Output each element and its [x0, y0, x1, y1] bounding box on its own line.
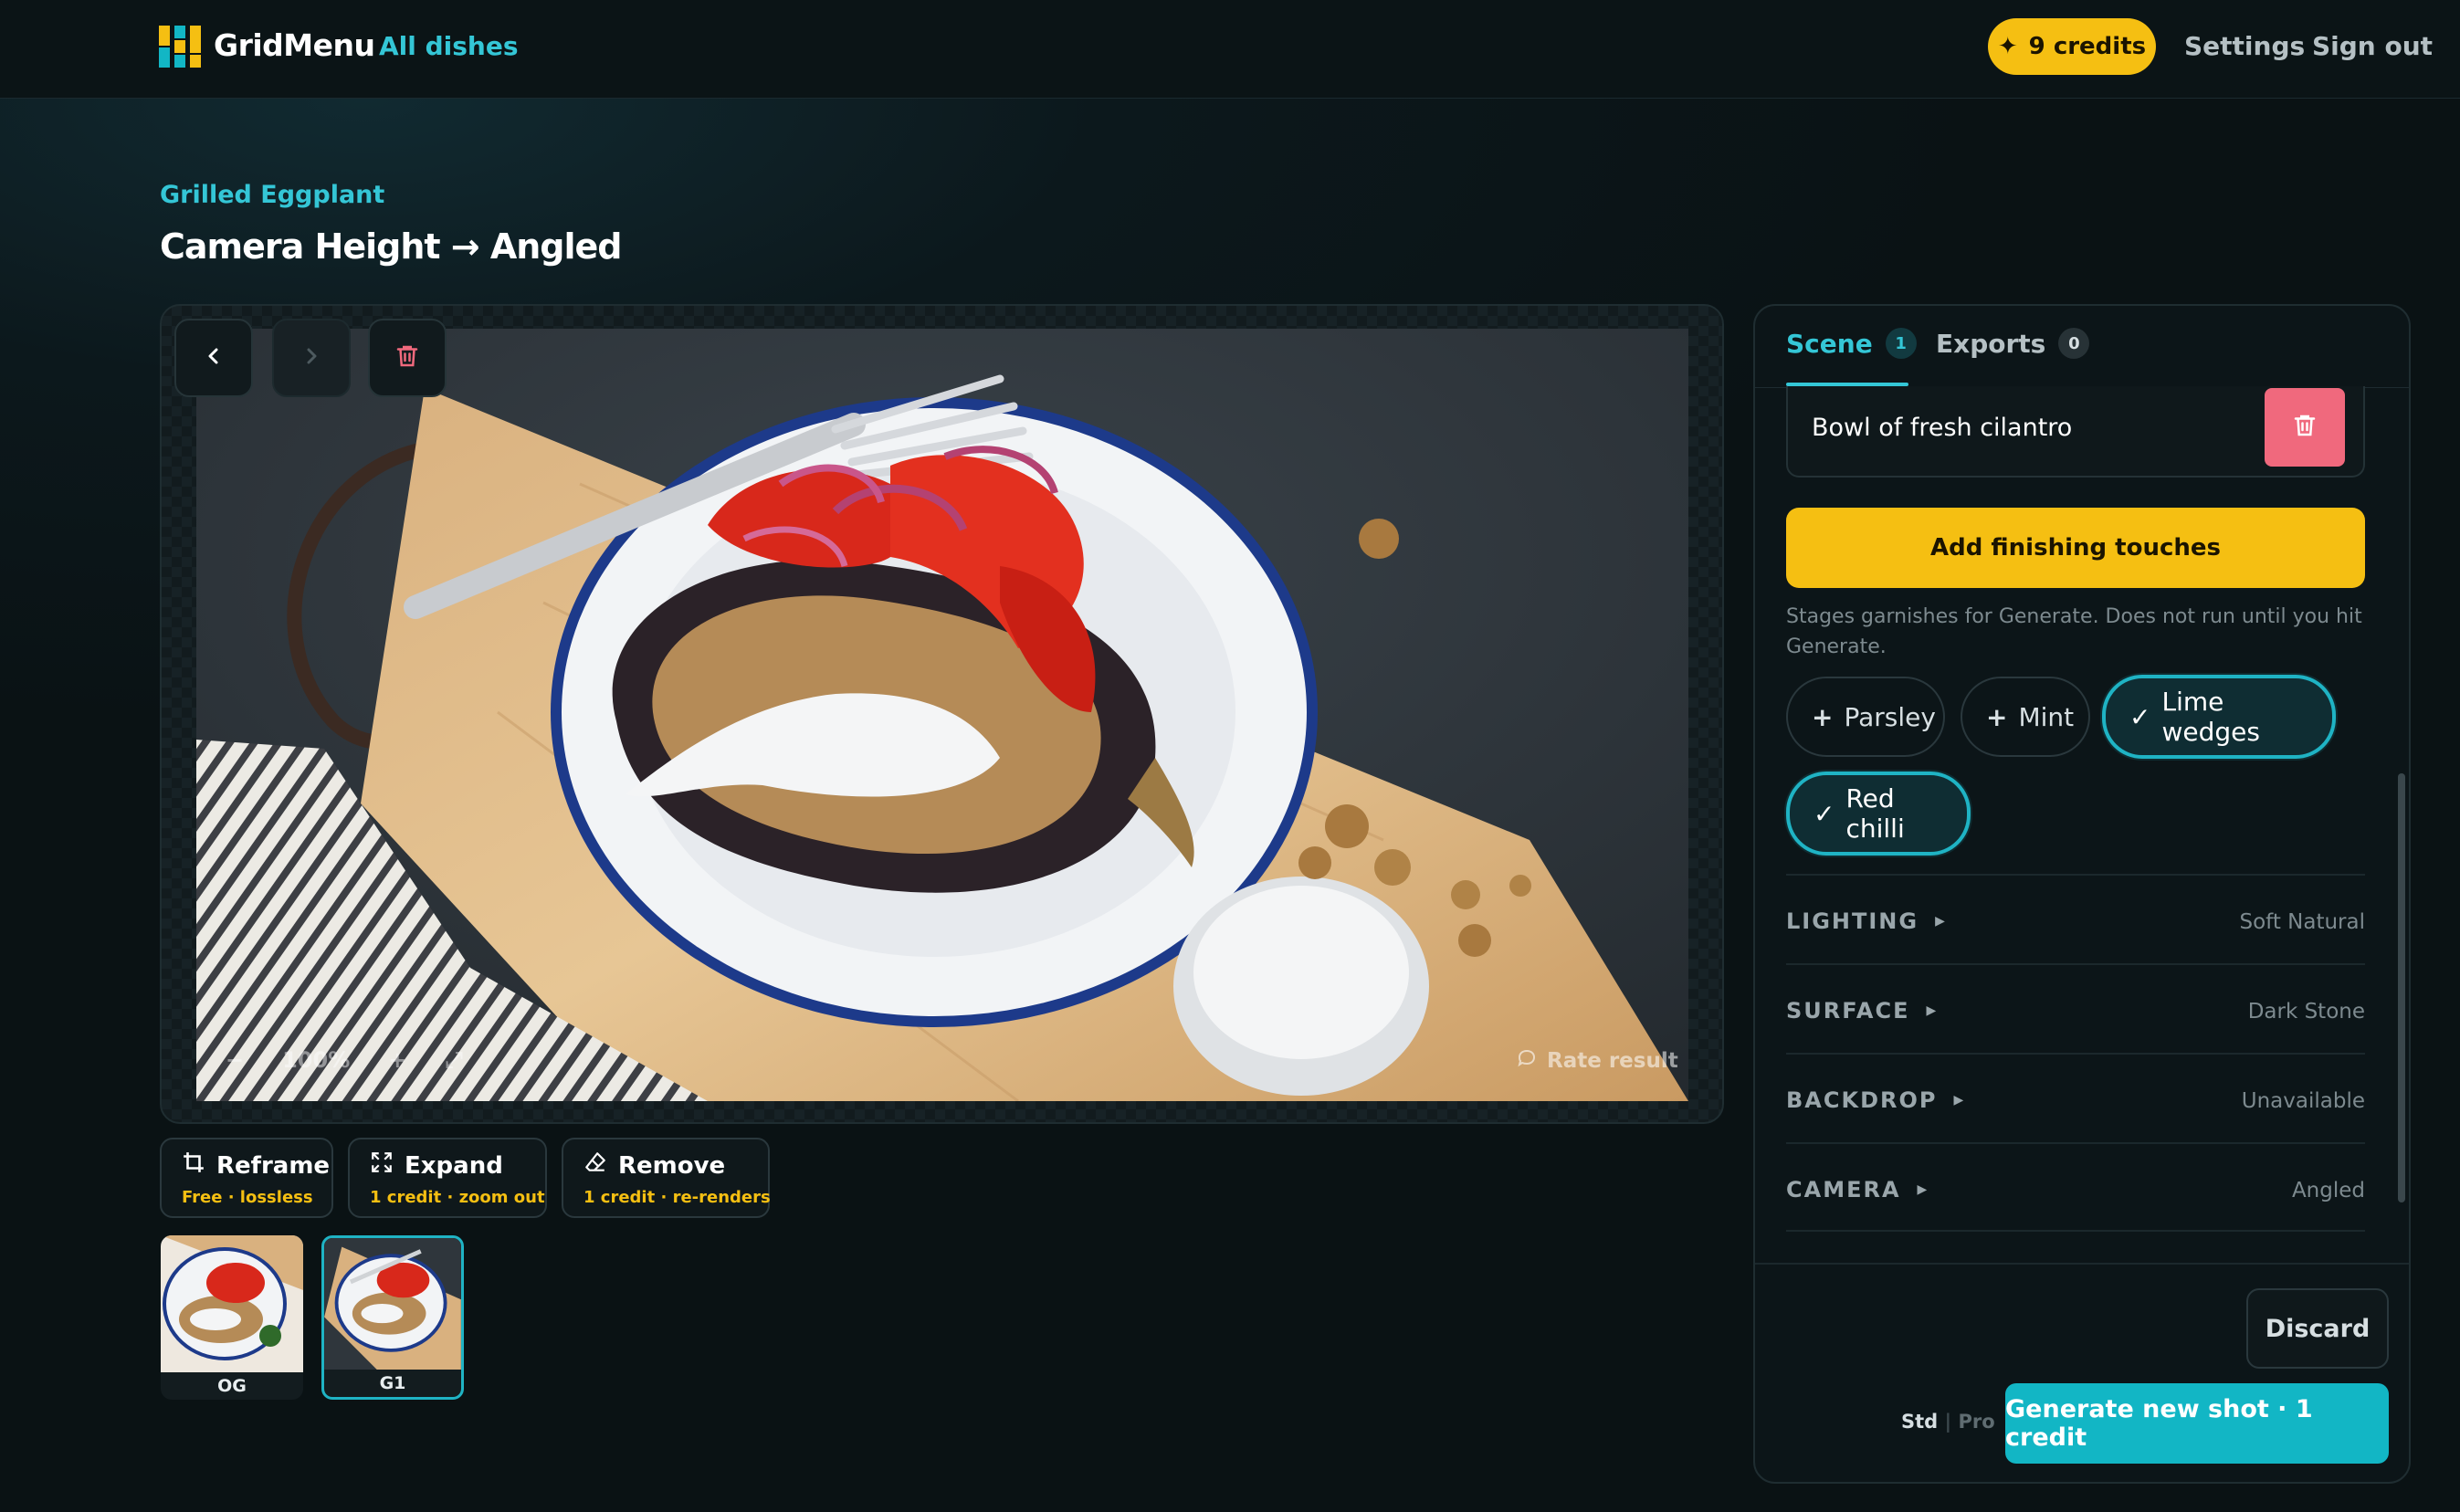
delete-version-button[interactable] — [368, 319, 447, 397]
gridmenu-logo-icon[interactable] — [159, 26, 201, 68]
expand-label: Expand — [405, 1151, 503, 1180]
zoom-in-button[interactable]: + — [388, 1047, 406, 1073]
zoom-out-button[interactable]: − — [226, 1047, 244, 1073]
rate-result-button[interactable]: Rate result — [1516, 1041, 1678, 1081]
chevron-left-icon — [203, 345, 225, 371]
section-camera-value: Angled — [2291, 1179, 2365, 1202]
section-lighting-value: Soft Natural — [2239, 910, 2365, 934]
discard-button[interactable]: Discard — [2246, 1288, 2389, 1369]
chat-bubble-icon — [1516, 1047, 1538, 1075]
tab-exports-count: 0 — [2058, 328, 2090, 359]
section-lighting[interactable]: LIGHTING ▶ Soft Natural — [1786, 874, 2365, 963]
app-name[interactable]: GridMenu — [214, 27, 375, 63]
plus-icon: + — [1986, 701, 2008, 732]
scene-item-label: Bowl of fresh cilantro — [1812, 414, 2073, 442]
thumbnail-g1-label: G1 — [379, 1373, 406, 1393]
fit-screen-icon[interactable]: ⤢ — [445, 1047, 462, 1073]
delete-scene-item-button[interactable] — [2265, 388, 2345, 467]
section-backdrop-value: Unavailable — [2241, 1089, 2365, 1113]
tab-scene-label: Scene — [1786, 328, 1873, 359]
zoom-level: 100% — [282, 1047, 351, 1073]
finishing-help-text: Stages garnishes for Generate. Does not … — [1786, 605, 2362, 658]
reframe-sub: Free · lossless — [182, 1188, 313, 1207]
page-title: Camera Height → Angled — [160, 226, 622, 267]
reframe-label: Reframe — [216, 1151, 331, 1180]
settings-link[interactable]: Settings — [2184, 31, 2305, 61]
tab-exports[interactable]: Exports 0 — [1936, 328, 2090, 359]
sparkle-icon: ✦ — [1997, 33, 2018, 60]
breadcrumb[interactable]: Grilled Eggplant — [160, 181, 384, 209]
mode-std[interactable]: Std — [1901, 1411, 1938, 1433]
chevron-right-icon — [300, 345, 322, 371]
thumbnail-og-label: OG — [217, 1376, 247, 1396]
credits-label: 9 credits — [2028, 33, 2147, 60]
section-backdrop-label: BACKDROP — [1786, 1087, 1938, 1113]
garnish-chip-parsley[interactable]: + Parsley — [1786, 677, 1945, 757]
zoom-controls: − 100% + ⤢ — [187, 1021, 644, 1099]
tab-exports-label: Exports — [1936, 328, 2046, 359]
expand-icon — [370, 1150, 394, 1181]
nav-all-dishes-link[interactable]: All dishes — [379, 31, 519, 61]
caret-right-icon: ▶ — [1917, 1182, 1929, 1197]
checkmark-icon: ✓ — [1813, 798, 1835, 829]
scene-panel: Scene 1 Exports 0 Bowl of fresh cilantro… — [1753, 304, 2411, 1484]
credits-button[interactable]: ✦ 9 credits — [1988, 18, 2156, 75]
section-surface-label: SURFACE — [1786, 998, 1910, 1024]
rate-result-label: Rate result — [1547, 1049, 1678, 1073]
remove-sub: 1 credit · re-renders — [583, 1188, 771, 1207]
footer-divider — [1755, 1263, 2409, 1265]
panel-scrollbar[interactable] — [2398, 773, 2405, 1202]
caret-right-icon: ▶ — [1935, 914, 1947, 929]
reframe-button[interactable]: Reframe Free · lossless — [160, 1138, 333, 1218]
thumbnail-og-image — [161, 1235, 303, 1372]
previous-button[interactable] — [174, 319, 253, 397]
garnish-chip-label: Mint — [2018, 701, 2075, 732]
expand-button[interactable]: Expand 1 credit · zoom out — [348, 1138, 547, 1218]
thumbnail-g1[interactable]: G1 — [321, 1235, 464, 1400]
garnish-chip-mint[interactable]: + Mint — [1961, 677, 2090, 757]
plus-icon: + — [1812, 701, 1834, 732]
caret-right-icon: ▶ — [1926, 1003, 1939, 1018]
eraser-icon — [583, 1150, 607, 1181]
thumbnail-og[interactable]: OG — [161, 1235, 303, 1400]
top-bar: GridMenu All dishes ✦ 9 credits Settings… — [0, 0, 2460, 99]
trash-icon — [394, 342, 421, 373]
section-camera-label: CAMERA — [1786, 1177, 1901, 1202]
trash-icon — [2291, 412, 2318, 443]
caret-right-icon: ▶ — [1953, 1093, 1966, 1108]
add-finishing-touches-button[interactable]: Add finishing touches — [1786, 508, 2365, 588]
section-surface[interactable]: SURFACE ▶ Dark Stone — [1786, 963, 2365, 1053]
expand-sub: 1 credit · zoom out — [370, 1188, 545, 1207]
garnish-chip-label: Parsley — [1844, 701, 1936, 732]
tab-scene[interactable]: Scene 1 — [1786, 328, 1917, 359]
next-button[interactable] — [272, 319, 351, 397]
dish-photo — [196, 329, 1688, 1101]
garnish-chip-lime-wedges[interactable]: ✓ Lime wedges — [2102, 675, 2336, 759]
tab-scene-count: 1 — [1885, 328, 1917, 359]
section-camera[interactable]: CAMERA ▶ Angled — [1786, 1142, 2365, 1232]
scene-item: Bowl of fresh cilantro — [1786, 386, 2365, 478]
mode-pro[interactable]: Pro — [1959, 1411, 1995, 1433]
quality-toggle[interactable]: Std | Pro — [1901, 1411, 1995, 1433]
sign-out-link[interactable]: Sign out — [2312, 31, 2433, 61]
garnish-chip-label: Lime wedges — [2161, 687, 2260, 747]
panel-tabs: Scene 1 Exports 0 — [1755, 306, 2409, 388]
section-lighting-label: LIGHTING — [1786, 908, 1919, 934]
checkmark-icon: ✓ — [2129, 701, 2151, 732]
remove-label: Remove — [618, 1151, 726, 1180]
section-surface-value: Dark Stone — [2247, 1000, 2365, 1024]
image-viewer — [160, 304, 1724, 1124]
mode-separator: | — [1944, 1411, 1952, 1433]
crop-icon — [182, 1150, 205, 1181]
generate-new-shot-button[interactable]: Generate new shot · 1 credit — [2005, 1383, 2389, 1464]
garnish-chip-label: Red chilli — [1845, 783, 1905, 844]
thumbnail-g1-image — [324, 1238, 461, 1370]
section-backdrop[interactable]: BACKDROP ▶ Unavailable — [1786, 1053, 2365, 1142]
garnish-chip-red-chilli[interactable]: ✓ Red chilli — [1786, 772, 1971, 856]
remove-button[interactable]: Remove 1 credit · re-renders — [562, 1138, 771, 1218]
